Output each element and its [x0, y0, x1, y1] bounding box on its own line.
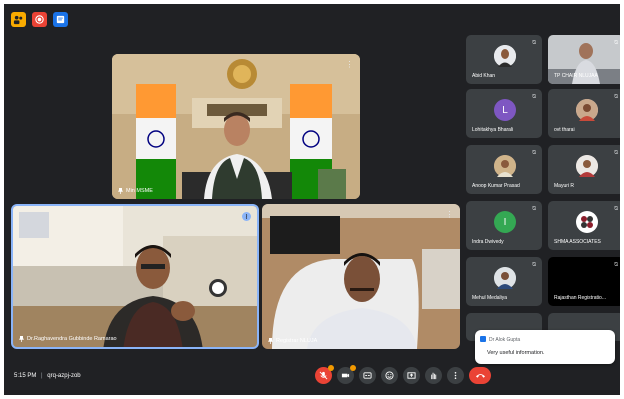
participant-name: Mehul Medaliya	[472, 295, 508, 301]
top-toolbar	[11, 12, 68, 27]
participant-tile-tp-chair[interactable]: ⍉ TP CHAIR NLUJAA	[548, 35, 620, 84]
mic-off-icon: ⍉	[614, 150, 618, 156]
chat-notification[interactable]: Dr Alok Gupta Very useful information.	[475, 330, 615, 364]
clock-time: 5:15 PM	[14, 373, 37, 379]
camera-toggle-button[interactable]	[337, 365, 356, 384]
participant-name: Dr.Raghavendra Gubbinde Ramarao	[19, 336, 117, 342]
meeting-info: 5:15 PM | qrq-azpj-zob	[14, 373, 81, 379]
speaker-video	[112, 54, 360, 199]
participant-name: Rajasthan Registratio...	[554, 295, 606, 301]
avatar	[494, 45, 516, 67]
separator: |	[41, 373, 43, 379]
chat-sender: Dr Alok Gupta	[489, 337, 521, 343]
speaker-video	[13, 206, 257, 347]
video-tile-raghavendra[interactable]: ≀ Dr.Raghavendra Gubbinde Ramarao	[11, 204, 259, 349]
call-controls	[315, 365, 491, 384]
present-button[interactable]	[403, 367, 420, 384]
mic-off-icon: ⍉	[614, 262, 618, 268]
present-icon	[407, 372, 416, 379]
participant-name: Abid Khan	[472, 73, 496, 79]
participant-name: Lohitakhya Bharali	[472, 127, 514, 133]
bottom-bar: 5:15 PM | qrq-azpj-zob	[4, 361, 620, 395]
pin-icon	[268, 338, 273, 344]
emoji-icon	[385, 371, 394, 380]
participant-name: ovt tharai	[554, 127, 575, 133]
mic-off-icon	[319, 371, 328, 380]
tile-menu-icon[interactable]: ⋮	[445, 210, 454, 219]
mic-off-icon: ⍉	[532, 94, 536, 100]
avatar	[576, 155, 598, 177]
raise-hand-button[interactable]	[425, 367, 442, 384]
record-icon[interactable]	[32, 12, 47, 27]
chat-icon	[480, 336, 486, 342]
participant-name: Anoop Kumar Prasad	[472, 183, 520, 189]
logo-avatar	[576, 211, 598, 233]
video-tile-min-msme[interactable]: ⋮ Min MSME	[112, 54, 360, 199]
participant-tile-lohitakhya[interactable]: L ⍉ Lohitakhya Bharali	[466, 89, 542, 138]
warning-badge	[328, 365, 334, 371]
meeting-code: qrq-azpj-zob	[47, 373, 81, 379]
participant-name: Min MSME	[118, 188, 153, 194]
avatar	[494, 267, 516, 289]
warning-badge	[350, 365, 356, 371]
camera-icon	[341, 373, 350, 378]
participant-tile-shma[interactable]: ⍉ SHMA ASSOCIATES	[548, 201, 620, 250]
more-options-button[interactable]	[447, 367, 464, 384]
more-icon	[454, 371, 457, 380]
participant-tile-mehul[interactable]: ⍉ Mehul Medaliya	[466, 257, 542, 306]
participant-tile-mayuri[interactable]: ⍉ Mayuri R	[548, 145, 620, 194]
meeting-window: ⋮ Min MSME ≀ Dr.Raghavendra Gubbinde Ram…	[4, 4, 620, 395]
reactions-button[interactable]	[381, 367, 398, 384]
pin-icon	[118, 188, 123, 194]
participant-tile-indra[interactable]: I ⍉ Indra Dwivedy	[466, 201, 542, 250]
participant-name: Registrar NLUJA	[268, 338, 317, 344]
participant-name: Indra Dwivedy	[472, 239, 504, 245]
captions-icon	[363, 372, 372, 379]
participant-tile-rajasthan[interactable]: ⍉ Rajasthan Registratio...	[548, 257, 620, 306]
mic-off-icon: ⍉	[532, 150, 536, 156]
participant-tile-anoop[interactable]: ⍉ Anoop Kumar Prasad	[466, 145, 542, 194]
avatar	[494, 155, 516, 177]
captions-button[interactable]	[359, 367, 376, 384]
mic-toggle-button[interactable]	[315, 365, 334, 384]
notes-icon[interactable]	[53, 12, 68, 27]
avatar: L	[494, 99, 516, 121]
mic-off-icon: ⍉	[532, 262, 536, 268]
raise-hand-icon	[431, 372, 437, 380]
avatar	[576, 99, 598, 121]
mic-off-icon: ⍉	[614, 40, 618, 46]
end-call-icon	[475, 374, 485, 378]
end-call-button[interactable]	[469, 367, 491, 384]
participant-name: TP CHAIR NLUJAA	[554, 73, 598, 79]
avatar: I	[494, 211, 516, 233]
chat-message: Very useful information.	[487, 350, 545, 356]
mic-off-icon: ⍉	[532, 40, 536, 46]
participant-name: Mayuri R	[554, 183, 575, 189]
participant-tile-ovt-tharai[interactable]: ⍉ ovt tharai	[548, 89, 620, 138]
mic-off-icon: ⍉	[532, 206, 536, 212]
participant-tile-abid-khan[interactable]: ⍉ Abid Khan	[466, 35, 542, 84]
speaker-video	[262, 204, 460, 349]
people-icon[interactable]	[11, 12, 26, 27]
pin-icon	[19, 336, 24, 342]
mic-off-icon: ⍉	[614, 94, 618, 100]
tile-menu-icon[interactable]: ⋮	[345, 60, 354, 69]
speaking-indicator-icon: ≀	[242, 212, 251, 221]
participant-name: SHMA ASSOCIATES	[554, 239, 601, 245]
video-tile-registrar[interactable]: ⋮ Registrar NLUJA	[262, 204, 460, 349]
mic-off-icon: ⍉	[614, 206, 618, 212]
